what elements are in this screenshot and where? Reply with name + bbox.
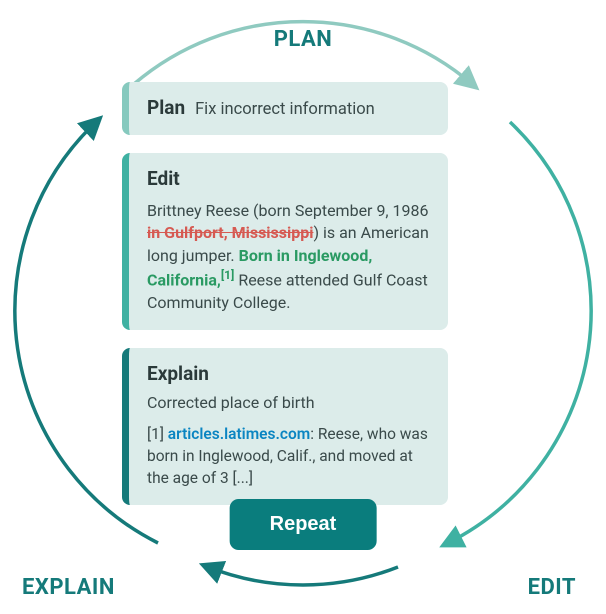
cards-stack: Plan Fix incorrect information Edit Brit… xyxy=(122,82,448,523)
edit-text-strike: in Gulfport, Mississippi xyxy=(147,223,313,242)
explain-card: Explain Corrected place of birth [1] art… xyxy=(122,348,448,505)
plan-card-title: Plan xyxy=(147,96,185,119)
repeat-button[interactable]: Repeat xyxy=(230,499,377,550)
edit-text-pre: Brittney Reese (born September 9, 1986 xyxy=(147,201,429,220)
explain-summary: Corrected place of birth xyxy=(147,393,430,412)
cycle-diagram: PLAN EDIT EXPLAIN Plan Fix incorrect inf… xyxy=(0,0,606,614)
edit-text-ref: [1] xyxy=(221,268,235,282)
plan-card: Plan Fix incorrect information xyxy=(122,82,448,135)
stage-label-plan: PLAN xyxy=(274,27,333,52)
cite-prefix: [1] xyxy=(147,425,168,443)
cite-link: articles.latimes.com xyxy=(168,425,310,443)
cite-sep: : xyxy=(310,425,318,443)
edit-card-title: Edit xyxy=(147,167,180,190)
stage-label-edit: EDIT xyxy=(528,575,576,600)
edit-card: Edit Brittney Reese (born September 9, 1… xyxy=(122,153,448,330)
explain-card-title: Explain xyxy=(147,362,209,385)
edit-card-body: Brittney Reese (born September 9, 1986 i… xyxy=(147,200,430,314)
arc-bottom xyxy=(208,567,398,585)
explain-citation: [1] articles.latimes.com: Reese, who was… xyxy=(147,424,430,489)
plan-card-text: Fix incorrect information xyxy=(195,100,375,119)
arc-edit xyxy=(448,122,591,543)
stage-label-explain: EXPLAIN xyxy=(22,575,115,600)
